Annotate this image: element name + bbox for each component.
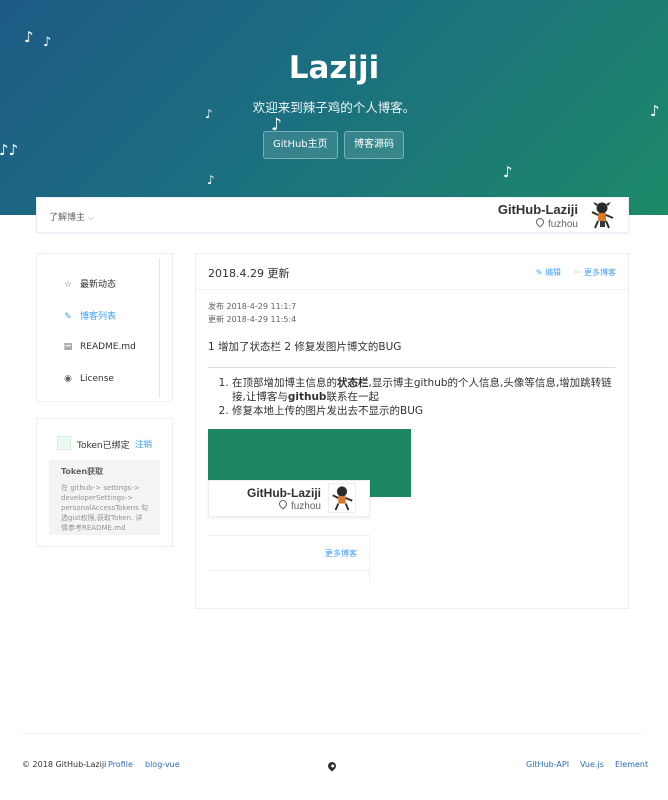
document-icon: ▤ — [63, 342, 73, 352]
post-published-date: 发布 2018-4-29 11:1:7 — [208, 302, 297, 311]
list-item: 在顶部增加博主信息的状态栏,显示博主github的个人信息,头像等信息,增加跳转… — [232, 376, 618, 404]
screenshot-more-panel: 更多博客 — [208, 535, 370, 585]
edit-label: 编辑 — [545, 268, 561, 277]
location-pin-icon — [534, 216, 546, 228]
hero-banner: ♪ ♪ ♪ ♪ ♪♪ ♪ ♪ ♪ Laziji 欢迎来到辣子鸡的个人博客。 Gi… — [0, 0, 668, 215]
more-blogs-label: 更多博客 — [584, 268, 616, 277]
music-note-icon: ♪ — [43, 35, 52, 50]
edit-icon: ✎ — [535, 268, 545, 277]
list-text: 联系在一起 — [326, 391, 379, 403]
more-blogs-button[interactable]: ··· 更多博客 — [574, 267, 616, 278]
location-pin-icon — [277, 498, 289, 510]
screenshot-location: fuzhou — [277, 498, 321, 512]
footer-link-github-api[interactable]: GitHub-API — [526, 760, 569, 769]
chevron-down-icon: ⌵ — [88, 213, 95, 222]
blog-source-button[interactable]: 博客源码 — [344, 131, 404, 159]
avatar — [328, 483, 356, 513]
sidebar-divider — [159, 258, 160, 398]
about-author-label: 了解博主 — [49, 213, 86, 223]
token-logout-link[interactable]: 注销 — [135, 438, 152, 450]
github-home-button[interactable]: GitHub主页 — [263, 131, 338, 159]
footer-divider — [22, 733, 642, 734]
location: fuzhou — [534, 216, 578, 230]
divider — [208, 367, 616, 368]
target-icon: ◉ — [64, 374, 72, 384]
post-title: 2018.4.29 更新 — [208, 267, 290, 280]
site-title: Laziji — [288, 50, 380, 86]
footer-link-vuejs[interactable]: Vue.js — [580, 760, 604, 769]
edit-button[interactable]: ✎ 编辑 — [536, 267, 561, 278]
post-updated-date: 更新 2018-4-29 11:5:4 — [208, 315, 297, 324]
list-bold-text: github — [287, 391, 327, 403]
sidebar-item-label: README.md — [80, 342, 136, 352]
token-help-box: Token获取 在 github-> settings-> developerS… — [49, 460, 160, 535]
music-note-icon: ♪ — [207, 173, 215, 187]
sidebar-menu: ☆ 最新动态 ✎ 博客列表 ▤ README.md ◉ License — [36, 253, 173, 402]
sidebar-item-readme[interactable]: ▤ README.md — [62, 342, 136, 358]
list-bold-text: 状态栏 — [337, 377, 369, 389]
token-status-icon — [57, 436, 71, 450]
star-icon: ☆ — [63, 280, 73, 290]
location-text: fuzhou — [547, 219, 578, 230]
more-icon: ··· — [573, 268, 584, 277]
sidebar-item-label: License — [80, 374, 114, 384]
site-subtitle: 欢迎来到辣子鸡的个人博客。 — [252, 100, 416, 115]
about-author-dropdown[interactable]: 了解博主 ⌵ — [49, 210, 94, 223]
github-username[interactable]: GitHub-Laziji — [498, 202, 578, 217]
token-help-text: 在 github-> settings-> developerSettings-… — [61, 484, 148, 532]
music-note-icon: ♪ — [503, 163, 513, 181]
post-header: 2018.4.29 更新 ✎ 编辑 ··· 更多博客 — [196, 254, 628, 290]
sidebar-item-latest[interactable]: ☆ 最新动态 — [62, 277, 116, 293]
avatar[interactable] — [588, 200, 616, 230]
list-text: 在顶部增加博主信息的 — [232, 377, 337, 389]
divider — [208, 570, 369, 571]
music-note-icon: ♪♪ — [0, 141, 19, 159]
screenshot-location-text: fuzhou — [290, 501, 321, 512]
footer-link-element[interactable]: Element — [615, 760, 648, 769]
profile-status-bar: 了解博主 ⌵ GitHub-Laziji fuzhou — [36, 197, 629, 233]
footer-link-profile[interactable]: Profile — [108, 760, 133, 769]
edit-icon: ✎ — [64, 312, 72, 322]
token-panel: Token已绑定 注销 Token获取 在 github-> settings-… — [36, 418, 173, 547]
screenshot-more-link: 更多博客 — [325, 549, 357, 558]
music-note-icon: ♪ — [24, 28, 34, 46]
list-item: 修复本地上传的图片发出去不显示的BUG — [232, 404, 618, 418]
sidebar-item-label: 博客列表 — [80, 312, 117, 322]
screenshot-profile-card: GitHub-Laziji fuzhou — [208, 480, 370, 517]
post-summary: 1 增加了状态栏 2 修复发图片博文的BUG — [208, 341, 402, 353]
location-pin-icon — [326, 760, 338, 772]
post-change-list: 在顶部增加博主信息的状态栏,显示博主github的个人信息,头像等信息,增加跳转… — [218, 376, 618, 418]
blog-post-card: 2018.4.29 更新 ✎ 编辑 ··· 更多博客 发布 2018-4-29 … — [195, 253, 629, 609]
screenshot-username: GitHub-Laziji — [247, 486, 321, 500]
token-help-title: Token获取 — [61, 467, 104, 476]
sidebar-item-label: 最新动态 — [80, 280, 117, 290]
footer-link-blog-vue[interactable]: blog-vue — [145, 760, 180, 769]
footer-copyright: © 2018 GitHub-Laziji — [22, 760, 107, 769]
sidebar-item-blog-list[interactable]: ✎ 博客列表 — [62, 309, 116, 325]
sidebar-item-license[interactable]: ◉ License — [62, 374, 114, 390]
token-status-label: Token已绑定 — [77, 441, 130, 451]
